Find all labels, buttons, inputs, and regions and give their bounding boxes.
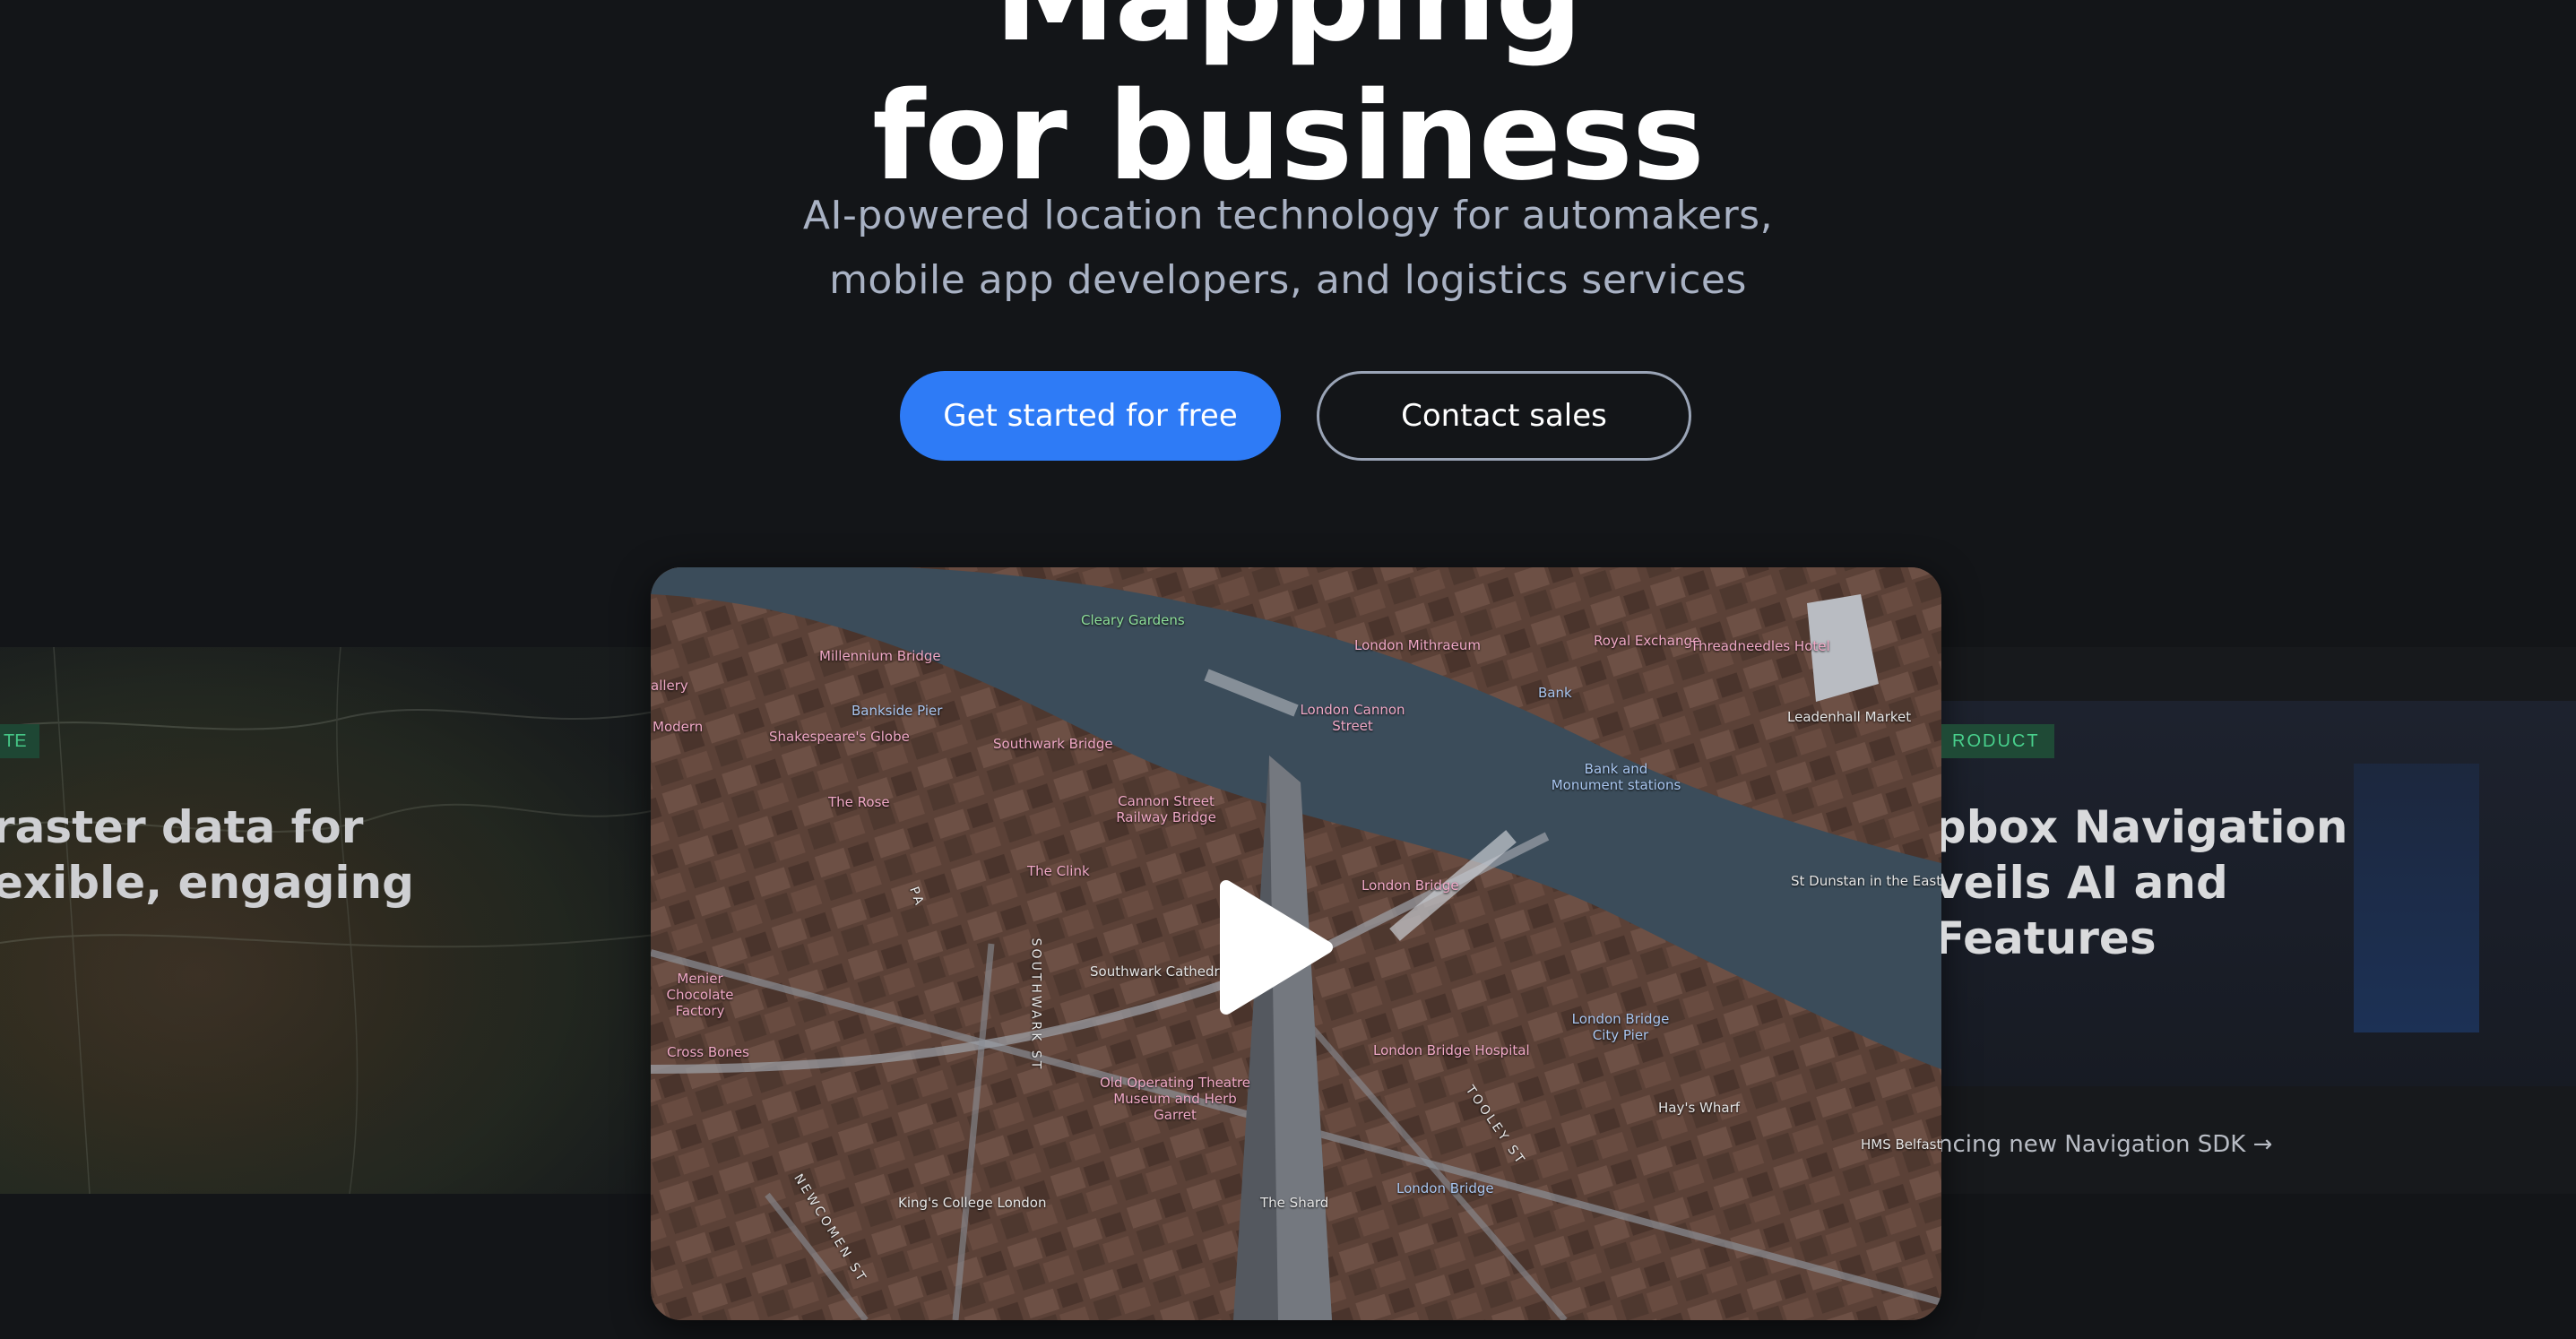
card-link[interactable]: ncing new Navigation SDK → [1941,1131,2272,1158]
hero-subtitle-line2: mobile app developers, and logistics ser… [829,257,1747,303]
hero-title: Mapping for business [0,0,2576,207]
map-label: The Rose [828,794,890,810]
map-label: Royal Exchange [1594,633,1701,649]
map-label: The Clink [1027,863,1090,879]
hero-subtitle-line1: AI-powered location technology for autom… [802,193,1774,238]
map-label: Millennium Bridge [819,648,941,664]
terrain-map-image [0,647,663,1194]
hero-subtitle: AI-powered location technology for autom… [0,184,2576,313]
map-label: King's College London [898,1195,1047,1211]
hero-title-line1: Mapping [0,0,2576,68]
map-label: Threadneedles Hotel [1690,638,1830,654]
card-headline: raster data for exible, engaging [0,799,656,911]
card-headline-line1: pbox Navigation [1941,801,2348,853]
map-label: The Shard [1260,1195,1329,1211]
carousel-card-left[interactable]: TE raster data for exible, engaging [0,647,663,1194]
card-headline-line1: raster data for [0,801,364,853]
map-label: London Bridge City Pier [1571,1011,1670,1043]
map-label: Cleary Gardens [1081,612,1185,628]
card-headline-line2: exible, engaging [0,857,414,909]
map-label: London Bridge [1396,1180,1494,1196]
map-label: Southwark Bridge [993,736,1113,752]
card-category-tag: TE [0,724,39,758]
map-label: London Bridge [1361,877,1459,894]
carousel-card-right[interactable]: RODUCT pbox Navigation veils AI and Feat… [1941,647,2576,1194]
card-headline-line3: Features [1941,912,2157,964]
map-label: allery [651,678,688,694]
map-label: HMS Belfast [1861,1136,1941,1153]
map-label: Hay's Wharf [1658,1100,1741,1116]
map-label: Cross Bones [667,1044,749,1060]
map-label: London Mithraeum [1354,637,1481,653]
card-headline: pbox Navigation veils AI and Features [1941,799,2347,966]
map-label: Leadenhall Market [1787,709,1912,725]
map-label: Menier Chocolate Factory [666,971,734,1019]
map-label: Bank [1538,685,1572,701]
map-label: London Bridge Hospital [1373,1042,1530,1058]
map-label: Old Operating Theatre Museum and Herb Ga… [1099,1075,1251,1123]
play-icon[interactable] [1210,876,1336,1019]
map-label: Modern [653,719,704,735]
get-started-button[interactable]: Get started for free [900,371,1281,461]
road-label: SOUTHWARK ST [1028,937,1043,1072]
hero-video[interactable]: Cleary Gardens Millennium Bridge London … [651,567,1941,1320]
map-label: London Cannon Street [1300,702,1405,734]
map-label: Cannon Street Railway Bridge [1116,793,1216,825]
map-label: Shakespeare's Globe [769,729,910,745]
map-label: St Dunstan in the East [1791,873,1941,889]
contact-sales-button[interactable]: Contact sales [1317,371,1691,461]
navigation-route-image [2354,764,2479,1032]
card-headline-line2: veils AI and [1941,857,2228,909]
card-category-tag: RODUCT [1941,724,2054,758]
map-label: Bankside Pier [851,703,943,719]
map-label: Bank and Monument stations [1551,761,1681,793]
